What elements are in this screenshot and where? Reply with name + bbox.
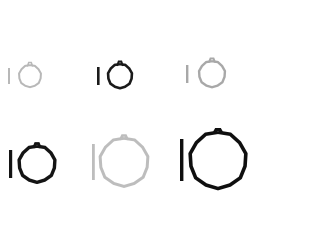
retaining-ring-icon bbox=[98, 136, 150, 188]
ring-large-black bbox=[180, 128, 248, 191]
ring-large-light bbox=[92, 134, 150, 188]
retaining-ring-icon bbox=[197, 59, 227, 89]
ring-large-dark-side-view bbox=[9, 150, 13, 178]
ring-small-light-side-view bbox=[8, 68, 10, 84]
ring-small-light bbox=[8, 61, 42, 89]
ring-large-black-side-view bbox=[180, 139, 184, 181]
ring-small-grey-side-view bbox=[186, 65, 189, 83]
ring-small-dark-side-view bbox=[97, 67, 100, 85]
ring-small-dark bbox=[97, 60, 134, 90]
retaining-rings-illustration bbox=[0, 0, 250, 250]
ring-large-dark bbox=[9, 142, 57, 185]
retaining-ring-icon bbox=[188, 130, 248, 191]
retaining-ring-icon bbox=[106, 62, 134, 90]
retaining-ring-icon bbox=[17, 144, 57, 185]
retaining-ring-icon bbox=[18, 64, 42, 89]
product-image-canvas bbox=[0, 0, 250, 250]
ring-large-light-side-view bbox=[92, 144, 95, 180]
ring-small-grey bbox=[186, 57, 227, 89]
